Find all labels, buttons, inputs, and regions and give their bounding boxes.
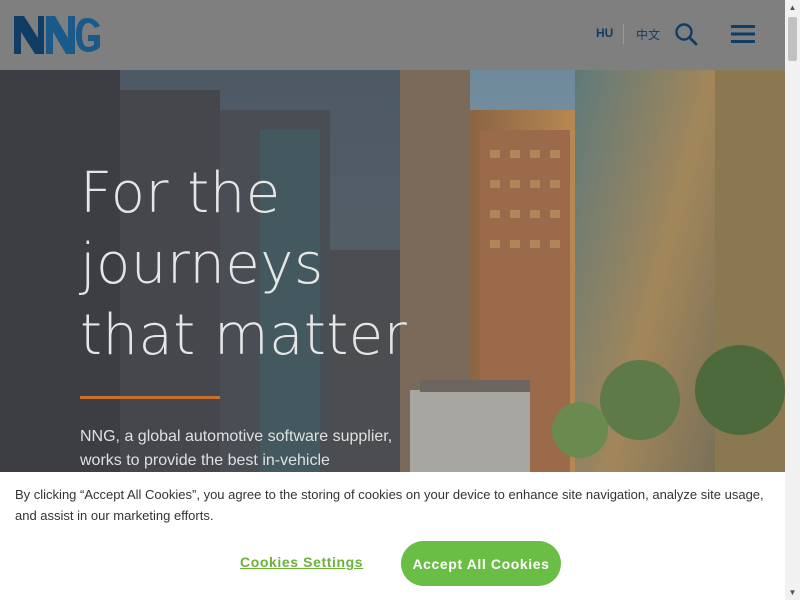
hamburger-menu-icon bbox=[731, 25, 755, 43]
search-icon bbox=[675, 23, 698, 46]
language-cn-link[interactable]: 中文 bbox=[636, 26, 660, 43]
scroll-down-arrow-icon[interactable]: ▼ bbox=[785, 585, 800, 600]
search-button[interactable] bbox=[674, 22, 698, 46]
accept-all-cookies-button[interactable]: Accept All Cookies bbox=[401, 541, 561, 586]
hero-headline-line-3: that matter bbox=[80, 303, 408, 368]
language-hu-link[interactable]: HU bbox=[596, 26, 613, 40]
cookie-consent-banner: By clicking “Accept All Cookies”, you ag… bbox=[0, 472, 785, 600]
language-divider bbox=[623, 24, 624, 44]
hero-headline: For the journeys that matter bbox=[80, 158, 410, 371]
hero-headline-line-1: For the bbox=[80, 161, 281, 226]
scrollbar-thumb[interactable] bbox=[788, 17, 797, 61]
cookie-consent-text: By clicking “Accept All Cookies”, you ag… bbox=[15, 487, 764, 523]
page: HU 中文 For the journeys that matter NNG, … bbox=[0, 0, 800, 600]
menu-button[interactable] bbox=[730, 22, 756, 46]
cookies-settings-button[interactable]: Cookies Settings bbox=[240, 554, 363, 570]
nng-logo-graphic bbox=[14, 16, 100, 54]
page-scrollbar[interactable]: ▲ ▼ bbox=[785, 0, 800, 600]
nng-logo[interactable] bbox=[14, 14, 104, 56]
hero-headline-line-2: journeys bbox=[80, 232, 324, 297]
headline-accent-rule bbox=[80, 396, 220, 399]
site-header: HU 中文 bbox=[0, 0, 785, 70]
scroll-up-arrow-icon[interactable]: ▲ bbox=[785, 0, 800, 15]
hero-intro-text: NNG, a global automotive software suppli… bbox=[80, 428, 393, 469]
